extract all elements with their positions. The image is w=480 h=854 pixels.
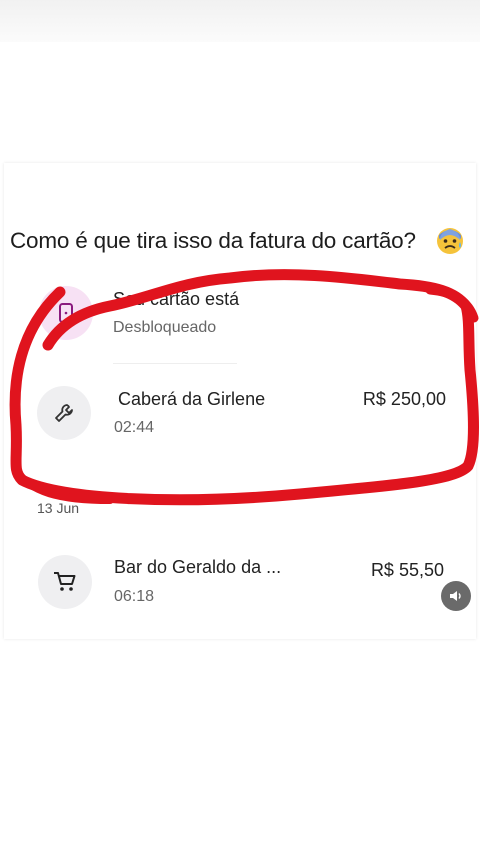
transaction-avatar — [38, 555, 92, 609]
card-status-avatar — [39, 286, 93, 340]
card-status-subtitle: Desbloqueado — [113, 319, 217, 336]
transaction-avatar — [37, 386, 91, 440]
transaction-time: 02:44 — [114, 419, 155, 436]
card-status-title: Seu cartão está — [113, 289, 240, 309]
transaction-amount: R$ 55,50 — [370, 560, 444, 580]
top-status-band — [0, 0, 480, 42]
transaction-title: Bar do Geraldo da ... — [114, 557, 282, 577]
card-icon — [59, 303, 73, 323]
cart-icon — [54, 572, 76, 591]
post-caption: Como é que tira isso da fatura do cartão… — [10, 228, 416, 253]
transaction-time: 06:18 — [114, 588, 155, 605]
speaker-icon — [450, 591, 461, 601]
transaction-amount: R$ 250,00 — [362, 389, 446, 409]
sound-toggle-button[interactable] — [441, 581, 471, 611]
wrench-icon — [55, 404, 73, 422]
date-separator: 13 Jun — [37, 500, 80, 516]
transaction-title: Caberá da Girlene — [118, 389, 266, 409]
anxious-face-with-sweat-emoji — [437, 228, 463, 254]
divider — [113, 363, 237, 364]
